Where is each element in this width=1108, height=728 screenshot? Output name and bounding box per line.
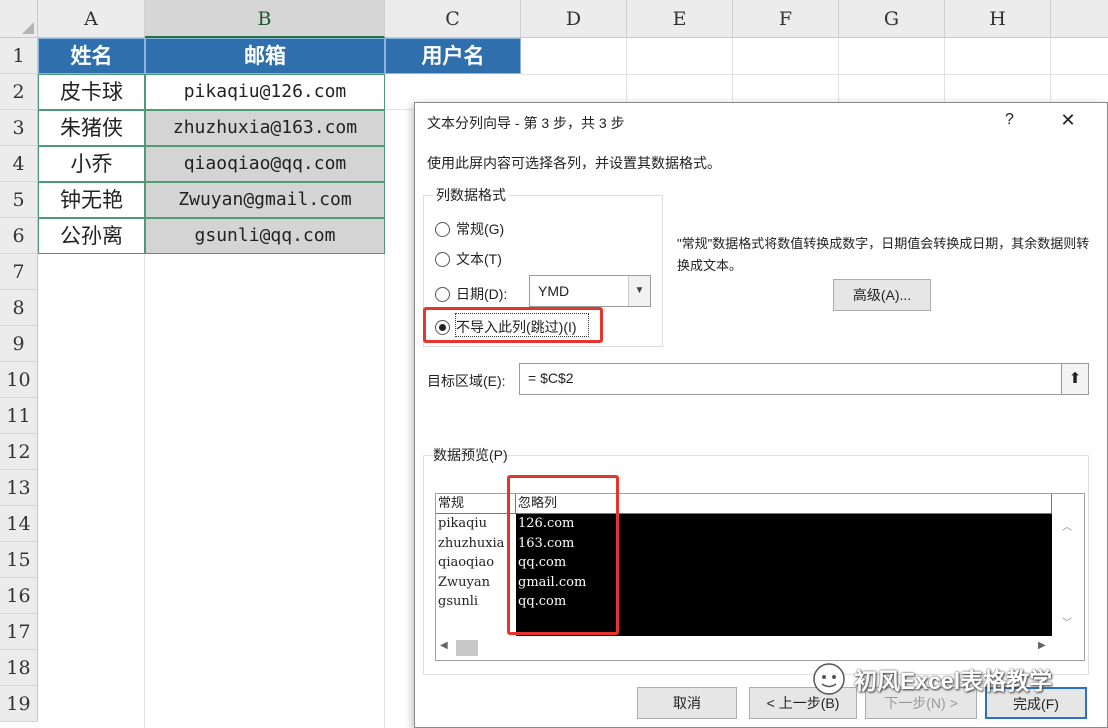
name-cell[interactable]: 公孙离 [38,218,145,254]
preview-cell: Zwuyan [438,574,490,590]
skipped-column-highlight [507,475,619,635]
preview-label: 数据预览(P) [433,447,508,463]
column-header-overflow [1051,0,1108,38]
name-cell[interactable]: 皮卡球 [38,74,145,110]
cancel-button[interactable]: 取消 [637,687,737,719]
grid-row-line [521,74,1108,75]
column-header-b[interactable]: B [145,0,385,38]
grid-column-a [38,254,145,728]
row-header-10[interactable]: 10 [0,362,38,398]
email-cell[interactable]: zhuzhuxia@163.com [145,110,385,146]
row-header-8[interactable]: 8 [0,290,38,326]
grid-column-h [945,38,1051,102]
watermark-text: 初风Excel表格教学 [854,668,1053,694]
grid-column-e [627,38,733,102]
row-header-7[interactable]: 7 [0,254,38,290]
row-header-17[interactable]: 17 [0,614,38,650]
grid-column-f [733,38,839,102]
row-header-18[interactable]: 18 [0,650,38,686]
column-header-f[interactable]: F [733,0,839,38]
radio-text[interactable]: 文本(T) [435,249,502,269]
date-format-select[interactable]: YMD ▼ [529,275,651,307]
column-header-d[interactable]: D [521,0,627,38]
format-description: "常规"数据格式将数值转换成数字，日期值会转换成日期，其余数据则转换成文本。 [677,236,1090,273]
help-button[interactable]: ? [1005,111,1014,129]
preview-cell: gsunli [438,594,479,609]
row-header-12[interactable]: 12 [0,434,38,470]
radio-general-label: 常规(G) [456,221,505,237]
grid-column-d [521,38,627,102]
preview-cell: zhuzhuxia [438,535,505,551]
name-cell[interactable]: 钟无艳 [38,182,145,218]
row-header-19[interactable]: 19 [0,686,38,722]
scroll-thumb[interactable] [456,640,478,656]
close-icon[interactable]: ✕ [1055,107,1081,133]
row-header-13[interactable]: 13 [0,470,38,506]
text-to-columns-dialog: 文本分列向导 - 第 3 步，共 3 步 ? ✕ 使用此屏内容可选择各列，并设置… [414,102,1108,728]
collapse-range-icon[interactable]: ⬆ [1061,363,1089,395]
watermark: 初风Excel表格教学 [812,662,1052,696]
preview-header-general[interactable]: 常规 [436,494,516,514]
advanced-button[interactable]: 高级(A)... [833,279,931,311]
skip-option-highlight [423,307,603,343]
preview-vertical-scrollbar[interactable]: ︿ ﹀ [1052,514,1084,638]
row-header-14[interactable]: 14 [0,506,38,542]
email-cell[interactable]: Zwuyan@gmail.com [145,182,385,218]
row-header-11[interactable]: 11 [0,398,38,434]
instruction-text: 使用此屏内容可选择各列，并设置其数据格式。 [427,155,721,171]
dialog-title: 文本分列向导 - 第 3 步，共 3 步 [427,115,625,131]
radio-text-label: 文本(T) [456,251,502,267]
radio-circle-icon [435,286,450,302]
row-header-1[interactable]: 1 [0,38,38,74]
row-header-16[interactable]: 16 [0,578,38,614]
radio-circle-icon [435,251,450,267]
email-cell[interactable]: pikaqiu@126.com [145,74,385,110]
scroll-up-icon[interactable]: ︿ [1062,518,1072,533]
grid-column-b [145,254,385,728]
column-header-h[interactable]: H [945,0,1051,38]
name-cell[interactable]: 小乔 [38,146,145,182]
row-header-15[interactable]: 15 [0,542,38,578]
row-header-3[interactable]: 3 [0,110,38,146]
grid-column-g [839,38,945,102]
row-header-2[interactable]: 2 [0,74,38,110]
header-cell-email[interactable]: 邮箱 [145,38,385,74]
destination-input[interactable]: = $C$2 [519,363,1065,395]
column-header-c[interactable]: C [385,0,521,38]
row-header-5[interactable]: 5 [0,182,38,218]
username-cell[interactable] [385,74,415,110]
row-header-4[interactable]: 4 [0,146,38,182]
radio-general[interactable]: 常规(G) [435,219,504,239]
radio-date-label: 日期(D): [456,286,508,302]
preview-cell: pikaqiu [438,516,487,531]
header-cell-username[interactable]: 用户名 [385,38,521,74]
column-header-a[interactable]: A [38,0,145,38]
destination-label: 目标区域(E): [427,373,506,389]
header-cell-name[interactable]: 姓名 [38,38,145,74]
date-format-value: YMD [538,283,570,299]
row-header-9[interactable]: 9 [0,326,38,362]
email-cell[interactable]: qiaoqiao@qq.com [145,146,385,182]
radio-date[interactable]: 日期(D): [435,284,507,304]
preview-column-general[interactable]: pikaqiu zhuzhuxia qiaoqiao Zwuyan gsunli [436,514,514,634]
email-cell[interactable]: gsunli@qq.com [145,218,385,254]
preview-cell: qiaoqiao [438,555,495,570]
column-format-legend: 列数据格式 [433,185,509,205]
scroll-right-icon[interactable]: ▶ [1038,640,1046,651]
select-all-corner[interactable] [0,0,38,38]
scroll-left-icon[interactable]: ◀ [440,640,448,651]
row-header-6[interactable]: 6 [0,218,38,254]
chevron-down-icon[interactable]: ▼ [628,276,650,306]
scroll-down-icon[interactable]: ﹀ [1062,614,1072,629]
radio-circle-icon [435,221,450,237]
column-header-e[interactable]: E [627,0,733,38]
chat-bubble-icon [813,663,845,695]
name-cell[interactable]: 朱猪侠 [38,110,145,146]
preview-horizontal-scrollbar[interactable]: ◀ ▶ [436,636,1084,660]
column-header-g[interactable]: G [839,0,945,38]
